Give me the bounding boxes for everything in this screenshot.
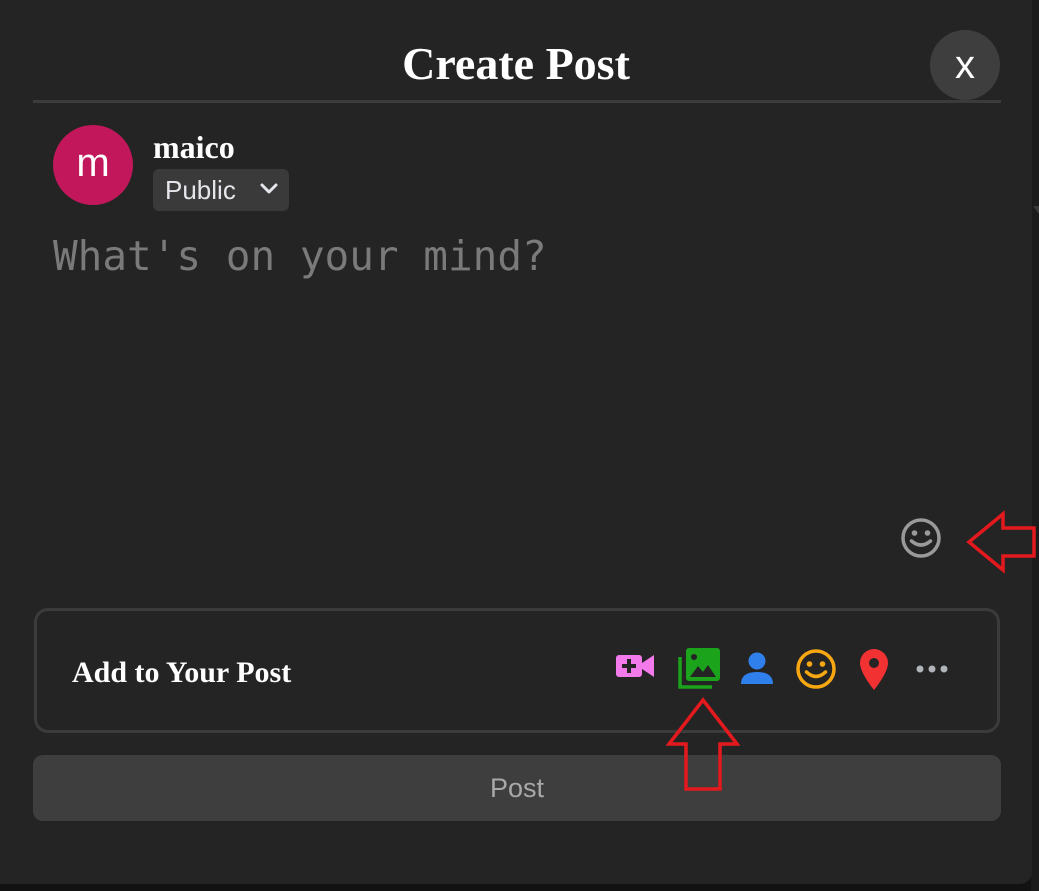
post-text-input[interactable] <box>53 232 983 492</box>
create-post-modal: Create Post x m maico Public Add to Your… <box>0 0 1032 884</box>
photo-video-icon[interactable] <box>678 647 722 689</box>
more-options-icon[interactable] <box>915 663 949 675</box>
post-button[interactable]: Post <box>33 755 1001 821</box>
privacy-selector[interactable]: Public <box>153 169 289 211</box>
add-to-post-panel: Add to Your Post <box>34 608 1000 733</box>
header-divider <box>33 100 1001 103</box>
live-video-icon[interactable] <box>615 651 655 681</box>
check-in-location-icon[interactable] <box>859 649 889 691</box>
add-to-post-label: Add to Your Post <box>72 656 292 689</box>
modal-title: Create Post <box>402 38 630 89</box>
tag-people-icon[interactable] <box>740 651 774 685</box>
backdrop-caret-icon <box>1033 206 1039 214</box>
feeling-activity-icon[interactable] <box>795 648 837 690</box>
page-backdrop <box>1031 0 1039 891</box>
annotation-arrow-up-icon <box>666 697 740 791</box>
avatar-letter: m <box>76 141 110 185</box>
close-button[interactable]: x <box>930 30 1000 100</box>
chevron-down-icon <box>260 183 278 194</box>
user-name: maico <box>153 129 235 165</box>
avatar[interactable]: m <box>53 125 133 205</box>
emoji-picker-icon[interactable] <box>899 516 943 560</box>
privacy-value: Public <box>165 174 236 205</box>
annotation-arrow-left-icon <box>966 510 1036 574</box>
